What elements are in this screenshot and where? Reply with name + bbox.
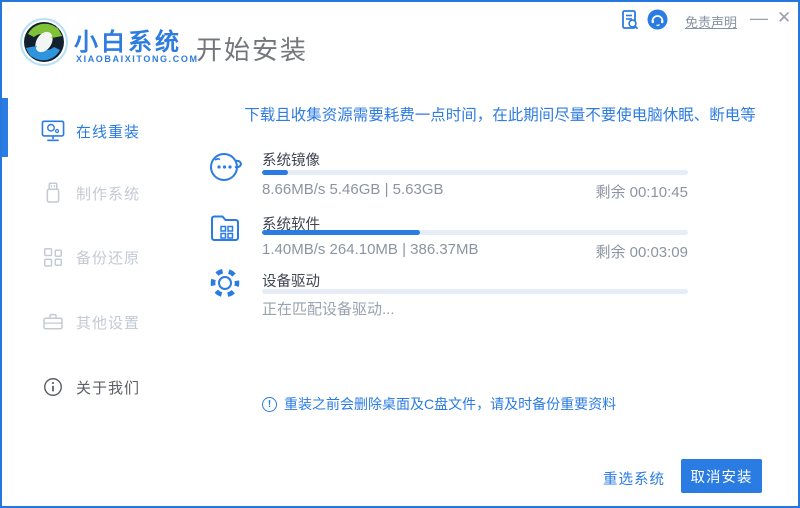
- cancel-install-button[interactable]: 取消安装: [681, 459, 762, 493]
- info-icon: [40, 374, 66, 400]
- gear-icon: [206, 264, 244, 302]
- sidebar-item-label: 在线重装: [76, 123, 141, 141]
- reselect-system-button[interactable]: 重选系统: [603, 468, 665, 489]
- customer-service-icon[interactable]: [647, 9, 668, 30]
- sidebar-item-online-reinstall[interactable]: 在线重装: [2, 111, 200, 151]
- task-name: 系统镜像: [262, 153, 320, 169]
- progress-bar: [262, 289, 688, 294]
- folder-apps-icon: [206, 208, 244, 246]
- sidebar-item-label: 其他设置: [76, 314, 141, 332]
- backup-notice-text: 重装之前会删除桌面及C盘文件，请及时备份重要资料: [284, 396, 617, 412]
- task-status-text: 正在匹配设备驱动...: [262, 301, 395, 318]
- download-stats: 8.66MB/s 5.46GB | 5.63GB: [262, 181, 444, 198]
- page-title: 开始安装: [196, 35, 309, 65]
- sidebar-item-make-system[interactable]: 制作系统: [2, 173, 200, 213]
- face-chat-icon: [206, 148, 244, 186]
- task-stats-row: 8.66MB/s 5.46GB | 5.63GB 剩余 00:10:45: [262, 181, 688, 202]
- monitor-icon: [40, 118, 66, 144]
- sidebar-item-label: 关于我们: [76, 379, 141, 397]
- sidebar-item-other-settings[interactable]: 其他设置: [2, 302, 200, 342]
- sidebar-item-label: 备份还原: [76, 249, 141, 267]
- download-warning-text: 下载且收集资源需要耗费一点时间，在此期间尽量不要使电脑休眠、断电等: [244, 107, 756, 124]
- app-window: 小白系统 XIAOBAIXITONG.COM 开始安装 免责声明 — ✕ 在线重…: [0, 0, 800, 508]
- app-title: 小白系统: [74, 29, 182, 56]
- usb-drive-icon: [40, 180, 66, 206]
- disclaimer-link[interactable]: 免责声明: [685, 12, 737, 31]
- document-search-icon[interactable]: [620, 9, 640, 31]
- progress-bar: [262, 170, 688, 175]
- blocks-icon: [40, 244, 66, 270]
- backup-notice: ! 重装之前会删除桌面及C盘文件，请及时备份重要资料: [262, 394, 616, 414]
- briefcase-icon: [40, 309, 66, 335]
- sidebar-item-label: 制作系统: [76, 185, 141, 203]
- time-remaining: 剩余 00:03:09: [595, 244, 688, 261]
- time-remaining: 剩余 00:10:45: [595, 184, 688, 201]
- app-logo-icon: [18, 16, 70, 68]
- task-stats-row: 1.40MB/s 264.10MB | 386.37MB 剩余 00:03:09: [262, 241, 688, 262]
- download-stats: 1.40MB/s 264.10MB | 386.37MB: [262, 241, 479, 258]
- progress-fill: [262, 170, 288, 175]
- alert-circle-icon: !: [262, 396, 277, 412]
- sidebar-item-backup-restore[interactable]: 备份还原: [2, 237, 200, 277]
- sidebar-item-about-us[interactable]: 关于我们: [2, 367, 200, 407]
- progress-fill: [262, 230, 420, 235]
- app-subtitle: XIAOBAIXITONG.COM: [76, 54, 199, 64]
- minimize-button[interactable]: —: [746, 4, 772, 33]
- progress-bar: [262, 230, 688, 235]
- task-name: 设备驱动: [262, 274, 320, 290]
- close-button[interactable]: ✕: [773, 4, 795, 32]
